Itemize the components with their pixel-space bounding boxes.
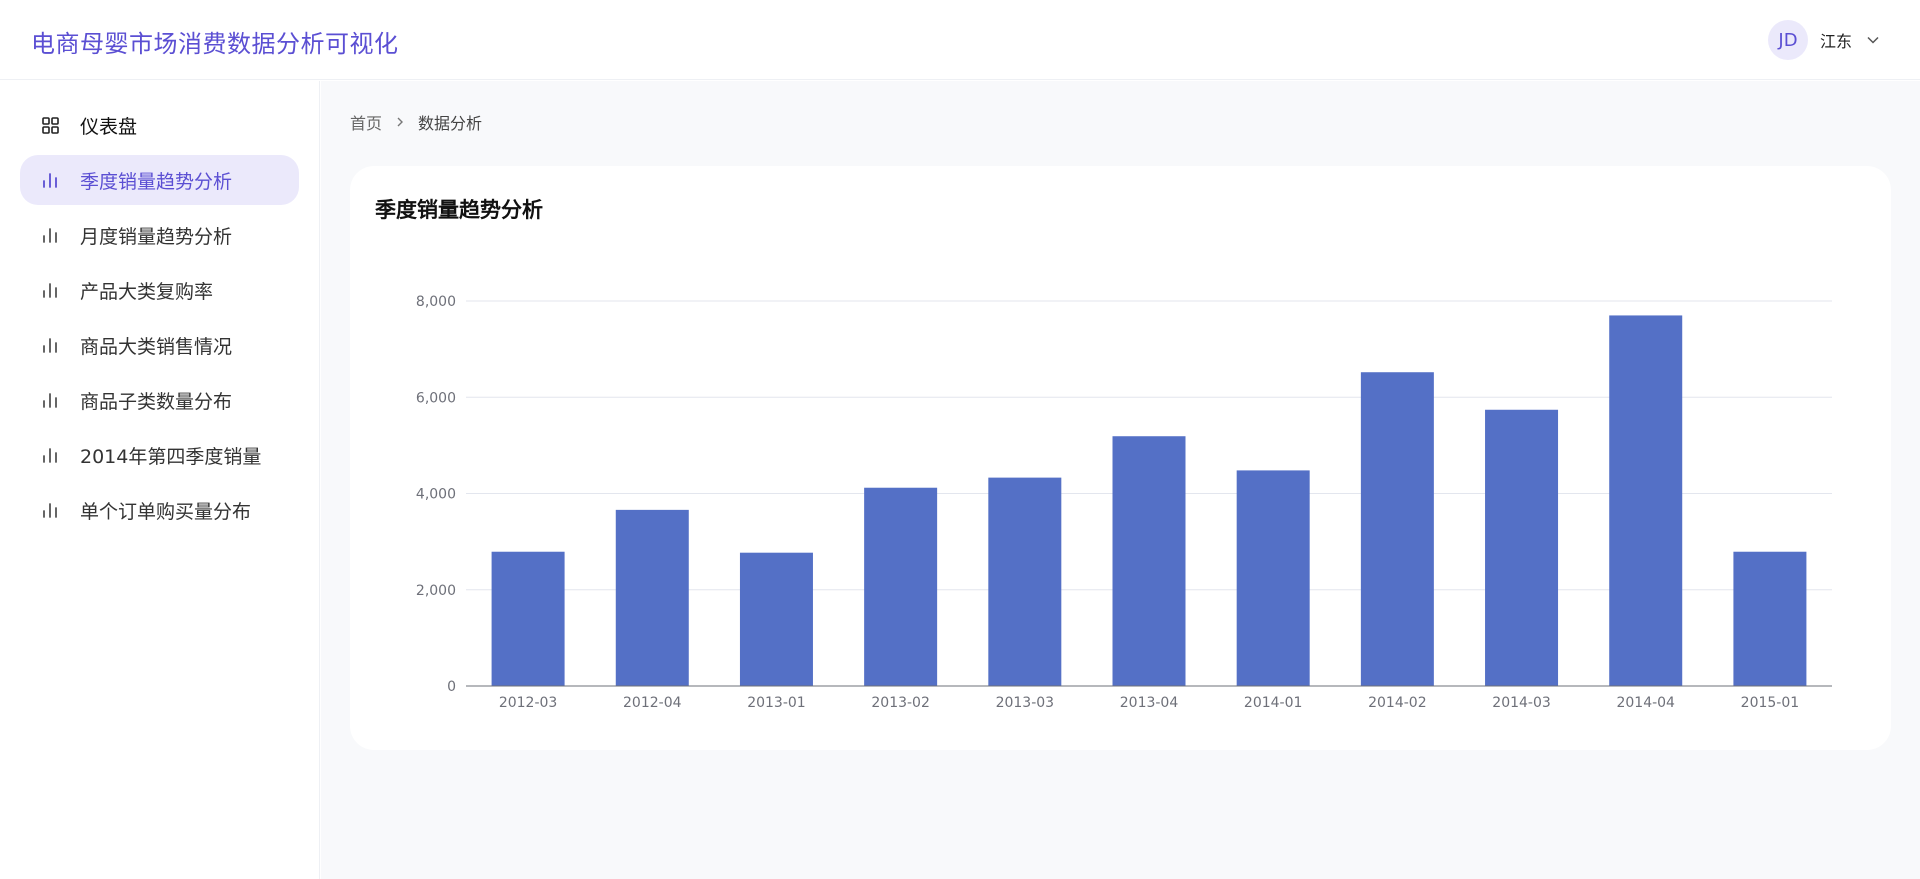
sidebar-item-label: 产品大类复购率 (80, 280, 214, 303)
bar (615, 509, 689, 686)
bar (491, 551, 565, 686)
bar-chart-icon (40, 445, 60, 465)
sidebar-item-label: 商品子类数量分布 (80, 390, 233, 413)
bar-chart-icon (40, 225, 60, 245)
sidebar-item-label: 仪表盘 (80, 115, 138, 138)
breadcrumb: 首页 数据分析 (350, 111, 482, 133)
sidebar-item-label: 单个订单购买量分布 (80, 500, 252, 523)
app-title: 电商母婴市场消费数据分析可视化 (31, 30, 399, 58)
y-tick-label: 0 (447, 679, 456, 695)
y-tick-label: 2,000 (416, 583, 456, 599)
top-header: 电商母婴市场消费数据分析可视化 JD 江东 (0, 0, 1920, 80)
main-content: 首页 数据分析 0 2,000 4,000 6,000 8,000 2012-03 2012… (321, 81, 1920, 879)
chevron-down-icon[interactable] (1866, 33, 1880, 47)
bar (1360, 372, 1434, 686)
sidebar-item-order-quantity-distribution[interactable]: 单个订单购买量分布 (20, 485, 299, 535)
sidebar-item-label: 商品大类销售情况 (80, 335, 233, 358)
breadcrumb-current: 数据分析 (418, 114, 483, 133)
bar (1112, 436, 1186, 686)
bar (1733, 551, 1807, 686)
bar (864, 487, 938, 686)
x-tick-label: 2014-03 (1492, 695, 1551, 711)
chart-card: 0 2,000 4,000 6,000 8,000 2012-03 2012-04 2013-… (350, 166, 1891, 750)
sidebar-item-label: 月度销量趋势分析 (80, 225, 233, 248)
quarterly-sales-bar-chart: 0 2,000 4,000 6,000 8,000 2012-03 2012-04 2013-… (416, 294, 1832, 711)
sidebar-item-label: 2014年第四季度销量 (80, 445, 262, 468)
x-tick-label: 2014-04 (1616, 695, 1675, 711)
bar-chart-icon (40, 170, 60, 190)
chevron-right-icon (396, 116, 404, 128)
bar (1485, 409, 1559, 686)
bar (1609, 315, 1683, 686)
bar (988, 477, 1062, 686)
avatar[interactable]: JD (1767, 20, 1808, 60)
dashboard-icon (40, 115, 60, 135)
sidebar-item-category-sales[interactable]: 商品大类销售情况 (20, 320, 299, 370)
x-tick-label: 2012-04 (623, 695, 682, 711)
x-tick-label: 2015-01 (1741, 695, 1800, 711)
sidebar-item-2014-q4-sales[interactable]: 2014年第四季度销量 (20, 430, 299, 480)
user-name[interactable]: 江东 (1820, 28, 1852, 52)
card-title: 季度销量趋势分析 (375, 198, 543, 222)
x-tick-label: 2013-04 (1120, 695, 1179, 711)
y-tick-label: 8,000 (416, 294, 456, 310)
x-tick-label: 2013-02 (871, 695, 930, 711)
sidebar-item-label: 季度销量趋势分析 (80, 170, 233, 193)
bar-chart-icon (40, 500, 60, 520)
x-tick-label: 2014-02 (1368, 695, 1427, 711)
bar-chart-icon (40, 335, 60, 355)
sidebar-item-subcategory-distribution[interactable]: 商品子类数量分布 (20, 375, 299, 425)
sidebar: 仪表盘 季度销量趋势分析 月度销量趋势分析 产品大类复购率 商品大类销售情况 商… (0, 81, 320, 879)
breadcrumb-home[interactable]: 首页 (350, 110, 382, 134)
x-tick-label: 2014-01 (1244, 695, 1303, 711)
x-tick-label: 2012-03 (499, 695, 558, 711)
bar-chart-icon (40, 390, 60, 410)
bar (1236, 470, 1310, 686)
bar-chart-icon (40, 280, 60, 300)
y-tick-label: 4,000 (416, 487, 456, 503)
sidebar-item-repurchase-rate[interactable]: 产品大类复购率 (20, 265, 299, 315)
user-menu[interactable]: JD 江东 (1767, 20, 1880, 60)
x-tick-label: 2013-03 (996, 695, 1054, 711)
x-tick-label: 2013-01 (747, 695, 806, 711)
y-tick-label: 6,000 (416, 390, 456, 406)
sidebar-item-dashboard[interactable]: 仪表盘 (20, 100, 299, 150)
bar (739, 552, 813, 686)
sidebar-item-monthly-sales[interactable]: 月度销量趋势分析 (20, 210, 299, 260)
sidebar-item-quarterly-sales[interactable]: 季度销量趋势分析 (20, 155, 299, 205)
